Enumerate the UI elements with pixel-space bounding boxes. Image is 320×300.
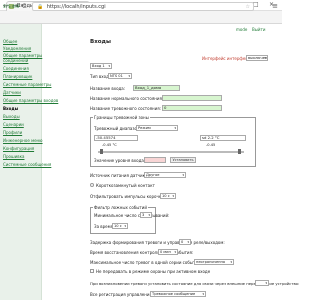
false-events-legend: Фильтр ложных событий — [93, 205, 148, 210]
chevron-down-icon: ▾ — [124, 224, 126, 228]
input-number-value: Вход 1 — [92, 64, 105, 68]
sidebar-item-firmware[interactable]: Прошивка — [3, 154, 24, 159]
lower-bound-field[interactable]: -50.45574 — [94, 135, 138, 141]
chevron-down-icon: ▾ — [230, 260, 232, 264]
min-count-label: Минимальное число срабатываний: — [94, 213, 170, 218]
brand-logo-text: SYS 4MF — [3, 4, 21, 9]
alarm-range-value: Режим — [138, 126, 151, 130]
input-level-field — [144, 157, 166, 163]
no-transmit-label: Не передавать в режиме охраны при активн… — [96, 269, 211, 274]
lock-icon: 🔒 — [37, 4, 44, 10]
all-events-value: Тревожное сообщение — [152, 292, 196, 296]
chevron-down-icon: ▾ — [182, 173, 184, 177]
alarm-range-label: Тревожный диапазон: — [94, 126, 141, 131]
bounds-slider-track[interactable] — [98, 151, 244, 153]
input-name-field[interactable]: Вход_1_дома — [133, 85, 180, 91]
upper-bound-value: sd 2.2 °С — [202, 135, 220, 140]
chevron-down-icon: ▾ — [174, 250, 176, 254]
normal-state-label: Название нормального состояния: — [90, 96, 164, 101]
normal-state-field[interactable] — [162, 95, 222, 101]
input-name-value: Вход_1_дома — [135, 85, 162, 90]
period-select[interactable]: 10 с ▾ — [112, 223, 128, 229]
input-type-select[interactable]: NTS 01 ▾ — [108, 73, 132, 79]
sidebar-item-general[interactable]: Общее — [3, 39, 17, 44]
lower-bound-slider-handle[interactable] — [100, 149, 103, 154]
alarm-delay-label: Задержка формирования тревоги и управлен… — [90, 240, 225, 245]
chevron-down-icon: ▾ — [174, 126, 176, 130]
min-count-value: 3 — [142, 213, 145, 217]
chevron-down-icon: ▾ — [128, 74, 130, 78]
power-source-label: Источник питания датчиков: — [90, 173, 152, 178]
all-events-label: Все регистрация управления: — [90, 292, 154, 297]
max-alarms-label: Максимальное число тревог в одной серии … — [90, 260, 202, 265]
user-link[interactable]: mode — [236, 27, 247, 32]
chevron-down-icon: ▾ — [148, 213, 150, 217]
power-source-select[interactable]: Другое ▾ — [144, 172, 186, 178]
bookmark-star-icon[interactable]: ☆ — [246, 3, 250, 11]
chevron-down-icon: ▾ — [187, 240, 189, 244]
url-text: https://localh/inputs.cgi — [46, 4, 106, 10]
upper-bound-unit: -0.45 — [206, 143, 216, 147]
interface-lang-select[interactable]: выключен ▾ — [246, 55, 268, 61]
sidebar-item-connection-params-cont[interactable]: соединений — [3, 58, 28, 63]
filter-value: 10 с — [162, 194, 170, 198]
alarm-range-select[interactable]: Режим ▾ — [136, 125, 178, 131]
chevron-down-icon: ▾ — [265, 281, 267, 285]
sidebar-item-notifications[interactable]: Уведомления — [3, 46, 31, 51]
sidebar-item-outputs[interactable]: Выходы — [3, 114, 20, 119]
browser-menu-icon[interactable]: ≡ — [272, 2, 278, 11]
alarm-state-label: Название тревожного состояния: — [90, 106, 161, 111]
min-count-select[interactable]: 3 ▾ — [140, 212, 152, 218]
url-field[interactable]: 🔒 https://localh/inputs.cgi ☆ — [32, 2, 254, 11]
restore-time-select[interactable]: 0 мин ▾ — [158, 249, 178, 255]
restore-time-value: 0 мин — [160, 250, 171, 254]
page-title: Входы — [90, 39, 111, 45]
power-source-value: Другое — [146, 173, 160, 177]
chevron-down-icon: ▾ — [172, 194, 174, 198]
all-events-select[interactable]: Тревожное сообщение ▾ — [150, 291, 206, 297]
input-level-label: Значение уровня входа: — [94, 158, 146, 163]
sidebar-item-inputs[interactable]: Входы — [3, 106, 18, 111]
lower-bound-unit: -0.45 °C — [102, 143, 117, 147]
sidebar-item-sensors[interactable]: Датчики — [3, 90, 21, 95]
alarm-state-field[interactable]: 0 — [162, 105, 222, 111]
alarm-delay-value: 0 — [181, 240, 184, 244]
no-transmit-checkbox[interactable] — [90, 269, 94, 273]
filter-select[interactable]: 10 с ▾ — [160, 193, 176, 199]
sidebar-item-scenarios[interactable]: Сценарии — [3, 122, 24, 127]
sidebar-item-scheduler[interactable]: Планировщик — [3, 74, 32, 79]
chevron-down-icon: ▾ — [264, 56, 266, 60]
max-alarms-value: неограниченно — [196, 260, 226, 264]
sidebar-item-system-params[interactable]: Системные параметры — [3, 82, 51, 87]
upper-bound-field[interactable]: sd 2.2 °С — [200, 135, 246, 141]
lower-bound-value: -50.45574 — [96, 135, 116, 140]
sidebar-item-config[interactable]: Конфигурация — [3, 146, 34, 151]
sidebar-item-system-messages[interactable]: Системные сообщения — [3, 162, 51, 167]
sidebar-item-input-params[interactable]: Общие параметры входов — [3, 98, 58, 103]
period-value: 10 с — [114, 224, 122, 228]
set-level-button[interactable]: Установить — [170, 157, 196, 163]
reload-icon[interactable]: C — [22, 2, 26, 11]
input-type-value: NTS 01 — [110, 74, 123, 78]
alarm-state-value: 0 — [164, 105, 167, 110]
sidebar-item-engineering[interactable]: Инженерное меню — [3, 138, 43, 143]
input-number-select[interactable]: Вход 1 ▾ — [90, 63, 112, 69]
upper-bound-slider-handle[interactable] — [238, 149, 241, 154]
chevron-down-icon: ▾ — [108, 64, 110, 68]
short-circuit-label: Короткозамкнутый контакт — [96, 183, 155, 188]
sidebar-item-connections[interactable]: Соединения — [3, 66, 29, 71]
max-alarms-select[interactable]: неограниченно ▾ — [194, 259, 234, 265]
logout-link[interactable]: Выйти — [252, 27, 265, 32]
auto-release-select[interactable]: ▾ — [255, 280, 269, 286]
alarm-delay-select[interactable]: 0 ▾ — [179, 239, 191, 245]
alarm-bounds-legend: Границы тревожной зоны — [93, 115, 150, 120]
address-bar-row — [0, 11, 282, 24]
sidebar-item-profiles[interactable]: Профили — [3, 130, 22, 135]
input-name-label: Название входа: — [90, 86, 126, 91]
short-circuit-radio[interactable] — [90, 183, 94, 187]
chevron-down-icon: ▾ — [202, 292, 204, 296]
